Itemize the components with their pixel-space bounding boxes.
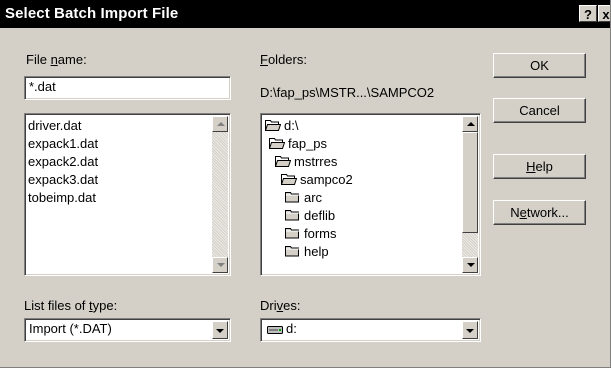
folder-item-label: sampco2 <box>300 172 353 187</box>
open-folder-icon <box>280 172 298 190</box>
folder-list-items: d:\ fap_psmstrres sampco2 arc deflib forms hel… <box>264 117 353 261</box>
file-list-item[interactable]: expack2.dat <box>28 153 98 171</box>
dialog-title: Select Batch Import File <box>5 5 179 22</box>
open-folder-icon <box>268 136 286 154</box>
cancel-button[interactable]: Cancel <box>493 98 586 123</box>
folder-icon <box>285 226 301 244</box>
folder-item-label: deflib <box>304 208 336 223</box>
folder-item-label: forms <box>304 226 337 241</box>
folder-item[interactable]: d:\ <box>264 117 353 136</box>
ok-button[interactable]: OK <box>493 53 586 78</box>
drive-selected: d: <box>267 321 297 336</box>
folder-item[interactable]: sampco2 <box>265 171 353 189</box>
title-bar[interactable]: Select Batch Import File ? x <box>0 0 610 28</box>
file-list-item[interactable]: expack3.dat <box>28 171 98 189</box>
file-list-scrollbar[interactable] <box>212 116 228 273</box>
folder-item-label: mstrres <box>294 154 338 169</box>
folder-item[interactable]: forms <box>265 225 353 243</box>
folder-item-label: fap_ps <box>288 136 328 151</box>
folder-item[interactable]: deflib <box>265 207 353 225</box>
drive-icon <box>267 325 283 334</box>
folders-label: Folders: <box>260 52 307 67</box>
close-button[interactable]: x <box>598 5 610 22</box>
drives-select[interactable]: d: <box>260 318 481 342</box>
folder-item[interactable]: help <box>265 243 353 261</box>
folder-tree-scrollbar[interactable] <box>462 116 478 273</box>
file-name-value: *.dat <box>29 79 56 94</box>
folder-item-label: arc <box>304 190 323 205</box>
folder-icon <box>285 244 301 262</box>
file-type-select[interactable]: Import (*.DAT) <box>24 318 231 342</box>
file-list-item[interactable]: expack1.dat <box>28 135 98 153</box>
file-list[interactable]: driver.dat expack1.dat expack2.dat expack3.… <box>24 113 231 276</box>
folder-item[interactable]: mstrres <box>265 153 353 171</box>
chevron-down-icon <box>216 329 224 333</box>
file-list-item[interactable]: driver.dat <box>28 117 98 135</box>
file-type-label: List files of type: <box>24 298 118 313</box>
folder-scroll-up-button[interactable] <box>462 116 478 132</box>
folder-item-label: d:\ <box>284 118 299 133</box>
folder-item[interactable]: fap_ps <box>265 135 353 153</box>
current-folder-path: D:\fap_ps\MSTR...\SAMPCO2 <box>260 85 435 100</box>
file-name-input[interactable]: *.dat <box>24 76 231 100</box>
folder-item-label: help <box>304 244 329 259</box>
help-question-button[interactable]: ? <box>579 5 597 22</box>
file-type-dropdown-button[interactable] <box>212 321 228 339</box>
file-list-scroll-down-button[interactable] <box>212 257 228 273</box>
folder-scroll-thumb[interactable] <box>462 132 478 233</box>
chevron-down-icon <box>466 329 474 333</box>
select-batch-import-dialog: Select Batch Import File ? x File name: … <box>0 0 611 368</box>
folder-tree[interactable]: d:\ fap_psmstrres sampco2 arc deflib forms hel… <box>260 113 481 276</box>
help-button[interactable]: Help <box>493 154 586 179</box>
folder-scroll-down-button[interactable] <box>462 257 478 273</box>
file-type-value: Import (*.DAT) <box>29 321 112 336</box>
folder-icon <box>285 190 301 208</box>
file-list-scroll-up-button[interactable] <box>212 116 228 132</box>
file-list-items: driver.dat expack1.dat expack2.dat expack3.… <box>28 117 98 207</box>
folder-item[interactable]: arc <box>265 189 353 207</box>
network-button[interactable]: Network... <box>493 200 586 225</box>
drives-label: Drives: <box>260 298 301 313</box>
open-folder-icon <box>274 154 292 172</box>
file-name-label: File name: <box>26 52 87 67</box>
file-list-item[interactable]: tobeimp.dat <box>28 189 98 207</box>
drives-dropdown-button[interactable] <box>462 321 478 339</box>
open-folder-icon <box>264 118 282 136</box>
folder-icon <box>285 208 301 226</box>
